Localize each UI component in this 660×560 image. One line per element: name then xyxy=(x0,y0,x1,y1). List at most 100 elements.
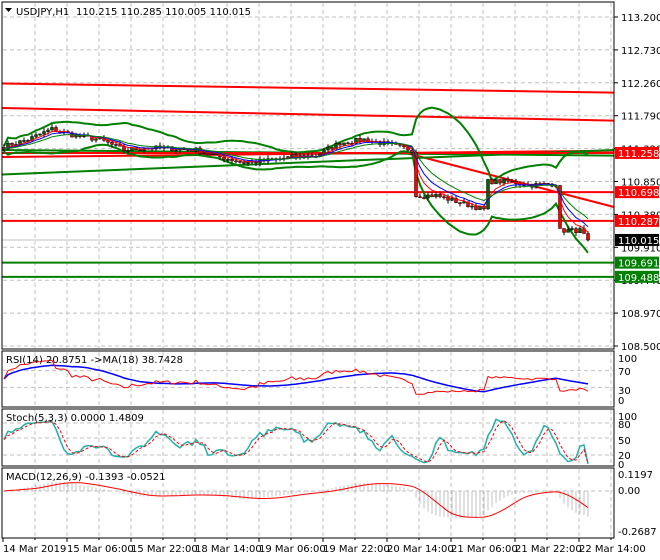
candle xyxy=(474,205,478,210)
candle xyxy=(478,206,482,210)
candle xyxy=(290,154,294,157)
candle xyxy=(438,194,442,197)
dropdown-triangle-icon[interactable] xyxy=(5,8,12,12)
candle xyxy=(430,194,434,198)
macd-tick-label: 0.00 xyxy=(618,486,640,497)
candles xyxy=(2,124,590,242)
time-tick-label: 20 Mar 14:00 xyxy=(387,544,454,555)
ohlc-label: 110.215 110.285 110.005 110.015 xyxy=(76,7,251,18)
price-tag-label: 110.287 xyxy=(618,217,659,228)
sloped-red-line xyxy=(1,82,615,94)
bollinger-lower xyxy=(3,143,589,254)
candle xyxy=(578,228,582,234)
candle xyxy=(586,233,590,241)
candle xyxy=(246,161,250,164)
time-tick-label: 14 Mar 2019 xyxy=(3,544,66,555)
candle xyxy=(222,156,226,160)
price-tag-label: 110.698 xyxy=(618,188,659,199)
candle xyxy=(10,143,14,146)
time-tick-label: 22 Mar 14:00 xyxy=(579,544,646,555)
candle xyxy=(22,140,26,142)
macd-tick-label: -0.2687 xyxy=(618,527,657,538)
price-tick-label: 112.730 xyxy=(621,46,660,57)
chart-header: USDJPY,H1 110.215 110.285 110.005 110.01… xyxy=(5,7,251,18)
candle xyxy=(330,147,334,150)
candle xyxy=(110,142,114,145)
candle xyxy=(342,142,346,146)
macd-tick-label: 0.1197 xyxy=(618,470,653,481)
price-tag-label: 109.488 xyxy=(618,273,659,284)
time-tick-label: 15 Mar 22:00 xyxy=(131,544,198,555)
candle xyxy=(502,178,506,184)
candle xyxy=(242,161,246,164)
main-pane[interactable] xyxy=(1,1,615,350)
time-tick-label: 15 Mar 06:00 xyxy=(67,544,134,555)
time-tick-label: 19 Mar 22:00 xyxy=(323,544,390,555)
candle xyxy=(450,198,454,201)
stoch-label: Stoch(5,3,3) 0.0000 1.4809 xyxy=(6,413,144,424)
price-tag-label: 111.258 xyxy=(618,149,659,160)
price-tick-label: 112.260 xyxy=(621,79,660,90)
rsi-tick-label: 0 xyxy=(618,396,624,407)
trading-chart[interactable]: 113.200112.730112.260111.790111.320110.8… xyxy=(0,0,660,560)
candle xyxy=(498,179,502,184)
macd-label: MACD(12,26,9) -0.1393 -0.0521 xyxy=(6,472,166,483)
rsi-label: RSI(14) 20.8751 ->MA(18) 38.7428 xyxy=(6,355,183,366)
candle xyxy=(326,147,330,151)
rsi-tick-label: 100 xyxy=(618,354,637,365)
candle xyxy=(574,228,578,234)
price-tick-label: 108.970 xyxy=(621,309,660,320)
time-tick-label: 21 Mar 22:00 xyxy=(515,544,582,555)
candle xyxy=(426,194,430,199)
candle xyxy=(238,161,242,163)
candle xyxy=(570,228,574,230)
candle xyxy=(94,138,98,141)
candle xyxy=(38,133,42,136)
candle xyxy=(434,194,438,198)
stoch-tick-label: 50 xyxy=(618,436,631,447)
time-tick-label: 21 Mar 06:00 xyxy=(451,544,518,555)
symbol-label: USDJPY,H1 xyxy=(16,7,69,18)
candle xyxy=(446,196,450,201)
candle xyxy=(470,205,474,208)
candle xyxy=(442,196,446,198)
candle xyxy=(506,178,510,182)
candle xyxy=(42,131,46,135)
candle xyxy=(346,142,350,145)
candle xyxy=(34,134,38,137)
grid xyxy=(3,3,613,537)
candle xyxy=(138,149,142,152)
candle xyxy=(174,149,178,152)
horizontal-levels[interactable] xyxy=(1,82,615,278)
candle xyxy=(566,229,570,233)
candle xyxy=(226,159,230,161)
price-tags: 111.258 110.698 110.287 110.015 109.691 109.4… xyxy=(615,146,659,284)
candle xyxy=(494,179,498,185)
stoch-main-line xyxy=(3,418,589,465)
sloped-red-line xyxy=(1,107,615,122)
price-tick-label: 108.500 xyxy=(621,342,660,353)
indicator-lines xyxy=(3,359,589,518)
stoch-signal-line xyxy=(3,419,589,464)
price-tag-label: 109.691 xyxy=(618,259,659,270)
candle xyxy=(50,127,54,131)
price-tag-label: 110.015 xyxy=(618,236,659,247)
candle xyxy=(458,202,462,204)
price-tick-label: 113.200 xyxy=(621,13,660,24)
stoch-tick-label: 80 xyxy=(618,420,631,431)
candle xyxy=(418,196,422,198)
candle xyxy=(206,152,210,155)
rsi-tick-label: 70 xyxy=(618,367,631,378)
candle xyxy=(234,160,238,163)
candle xyxy=(486,179,490,210)
candle xyxy=(114,144,118,146)
candle xyxy=(490,179,494,185)
candle xyxy=(422,197,426,199)
candle xyxy=(230,159,234,162)
candle xyxy=(202,152,206,155)
candle xyxy=(46,129,50,132)
candle xyxy=(562,228,566,233)
candle xyxy=(126,150,130,152)
rsi-ma-line xyxy=(3,364,589,393)
time-tick-label: 19 Mar 06:00 xyxy=(259,544,326,555)
